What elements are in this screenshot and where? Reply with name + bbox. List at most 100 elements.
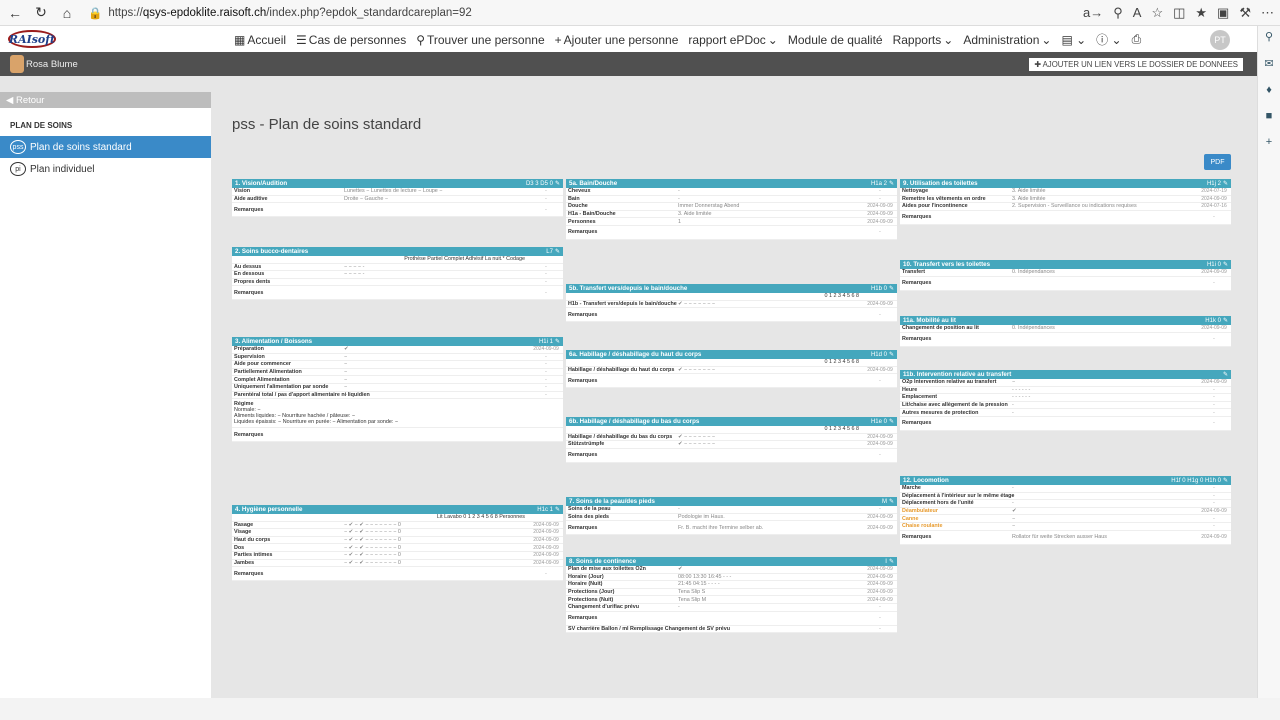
card-c5b: 5b. Transfert vers/depuis le bain/douche…	[566, 284, 897, 323]
edit-icon[interactable]: ✎	[889, 285, 894, 292]
card-tags: L7	[546, 248, 553, 255]
row-date: -	[545, 279, 547, 286]
back-icon[interactable]: ←	[4, 2, 26, 24]
menu-label: Cas de personnes	[308, 32, 407, 47]
read-aloud-icon[interactable]: a→	[1083, 5, 1103, 20]
split-icon[interactable]: ◫	[1173, 5, 1185, 21]
search-icon[interactable]: ⚲	[1265, 30, 1273, 43]
add-link-button[interactable]: ✚ AJOUTER UN LIEN VERS LE DOSSIER DE DON…	[1029, 58, 1243, 71]
card-tags: H1d 0	[870, 351, 887, 358]
edit-icon[interactable]: ✎	[889, 558, 894, 565]
card-header: 5b. Transfert vers/depuis le bain/douche…	[566, 284, 897, 293]
menu-trouver[interactable]: ⚲ Trouver une personne	[416, 31, 544, 48]
card-tags: H1a 2	[870, 180, 887, 187]
row-value: -	[678, 604, 680, 611]
table-row: Remarques	[232, 428, 563, 443]
doc-icon[interactable]: ▤ ⌄	[1061, 31, 1086, 48]
favorite-icon[interactable]: ☆	[1151, 5, 1163, 21]
sidebar-heading: PLAN DE SOINS	[10, 121, 73, 130]
office-icon[interactable]: ■	[1266, 110, 1273, 122]
back-button[interactable]: ◀ Retour	[0, 92, 211, 108]
add-icon[interactable]: +	[1266, 136, 1272, 148]
row-label: Nettoyage	[902, 188, 929, 195]
row-value: −	[344, 369, 348, 376]
card-header: 9. Utilisation des toilettes H1j 2 ✎	[900, 179, 1231, 188]
card-c9: 9. Utilisation des toilettes H1j 2 ✎ Netto…	[900, 179, 1231, 225]
card-c1: 1. Vision/Audition D3 3 D5 0 ✎ Vision Lune…	[232, 179, 563, 218]
menu-accueil[interactable]: ▦ Accueil	[234, 31, 286, 48]
edit-icon[interactable]: ✎	[555, 180, 560, 187]
raisoft-logo[interactable]: RAIsoft	[8, 30, 56, 48]
sidebar-item-pi[interactable]: pi Plan individuel	[0, 158, 211, 180]
menu-rapport-epdoc[interactable]: rapport ePDoc ⌄	[688, 31, 777, 48]
row-date: 2024-09-09	[533, 544, 559, 551]
more-icon[interactable]: ⋯	[1261, 5, 1274, 21]
row-value: ✔	[678, 566, 683, 573]
table-row: Habillage / déshabillage du haut du corp…	[566, 367, 897, 375]
edit-icon[interactable]: ✎	[555, 338, 560, 345]
edit-icon[interactable]: ✎	[889, 180, 894, 187]
card-title: 5a. Bain/Douche	[569, 180, 618, 187]
header-text: 0 1 2 3 4 5 6 8	[824, 426, 859, 433]
card-tags: M	[881, 498, 887, 505]
edit-icon[interactable]: ✎	[1223, 180, 1228, 187]
row-label: Chaise roulante	[902, 523, 943, 530]
extensions-icon[interactable]: ⚒	[1239, 5, 1251, 21]
card-title: 7. Soins de la peau/des pieds	[569, 498, 655, 505]
outlook-icon[interactable]: ✉	[1264, 57, 1273, 70]
table-row: Horaire (Nuit) 21:45 04:15 - - - - 2024-…	[566, 581, 897, 589]
sidebar-item-pss[interactable]: pss Plan de soins standard	[0, 136, 211, 158]
table-row: Vision Lunettes − Lunettes de lecture − …	[232, 188, 563, 196]
regime-block: Régime Normale: − Aliments liquides: − Nou…	[232, 399, 563, 429]
reader-icon[interactable]: A	[1133, 5, 1142, 20]
card-tags: H1c 1	[537, 506, 553, 513]
row-label: Habillage / déshabillage du bas du corps	[568, 433, 673, 440]
row-date: -	[545, 271, 547, 278]
edit-icon[interactable]: ✎	[889, 418, 894, 425]
print-icon[interactable]: ⎙	[1132, 31, 1142, 48]
favorites-icon[interactable]: ★	[1195, 5, 1207, 21]
address-bar[interactable]: 🔒 https:// qsys-epdoklite.raisoft.ch /in…	[88, 3, 472, 23]
row-label: Horaire (Nuit)	[568, 581, 603, 588]
menu-rapports[interactable]: Rapports ⌄	[893, 31, 954, 48]
edit-icon[interactable]: ✎	[1223, 317, 1228, 324]
edit-icon[interactable]: ✎	[889, 351, 894, 358]
pdf-button[interactable]: PDF	[1204, 154, 1231, 170]
table-row: Jambes − ✔ − ✔ − − − − − − − 0 2024-09-0…	[232, 560, 563, 568]
row-date: 2024-09-09	[867, 218, 893, 225]
reload-icon[interactable]: ↻	[30, 2, 52, 24]
menu-qualite[interactable]: Module de qualité	[788, 31, 883, 48]
edit-icon[interactable]: ✎	[555, 506, 560, 513]
collections-icon[interactable]: ▣	[1217, 5, 1229, 21]
card-c2: 2. Soins bucco-dentaires L7 ✎ Prothèse Part…	[232, 247, 563, 301]
edit-icon[interactable]: ✎	[1223, 371, 1228, 378]
menu-cas-de-personnes[interactable]: ☰ Cas de personnes	[296, 31, 406, 48]
home-icon[interactable]: ⌂	[56, 2, 78, 24]
row-date: 2024-09-09	[533, 346, 559, 353]
info-icon[interactable]: ⓘ ⌄	[1096, 31, 1121, 48]
row-date: 2024-09-09	[867, 513, 893, 520]
row-label: Remarques	[902, 336, 932, 343]
avatar[interactable]: PT	[1210, 30, 1230, 50]
card-header: 8. Soins de continence I ✎	[566, 557, 897, 566]
games-icon[interactable]: ♦	[1266, 84, 1272, 96]
menu-administration[interactable]: Administration ⌄	[963, 31, 1051, 48]
table-row: Emplacement - - - - - - -	[900, 394, 1231, 402]
edit-icon[interactable]: ✎	[555, 248, 560, 255]
row-date: -	[1213, 492, 1215, 499]
table-row: Autres mesures de protection - -	[900, 409, 1231, 417]
row-label: Propres dents	[234, 279, 271, 286]
row-date: -	[879, 506, 881, 513]
card-c11a: 11a. Mobilité au lit H1k 0 ✎ Changement de…	[900, 316, 1231, 347]
edit-icon[interactable]: ✎	[889, 498, 894, 505]
card-header: 3. Alimentation / Boissons H1i 1 ✎	[232, 337, 563, 346]
card-header: 12. Locomotion H1f 0 H1g 0 H1h 0 ✎	[900, 476, 1231, 485]
card-c11b: 11b. Intervention relative au transfert ✎…	[900, 370, 1231, 431]
menu-ajouter[interactable]: + Ajouter une personne	[555, 31, 679, 48]
table-row: Nettoyage 3. Aide limitée 2024-07-19	[900, 188, 1231, 196]
zoom-icon[interactable]: ⚲	[1113, 5, 1123, 21]
edit-icon[interactable]: ✎	[1223, 261, 1228, 268]
row-date: 2024-09-09	[867, 596, 893, 603]
edit-icon[interactable]: ✎	[1223, 477, 1228, 484]
card-tags: H1i 0	[1206, 261, 1221, 268]
